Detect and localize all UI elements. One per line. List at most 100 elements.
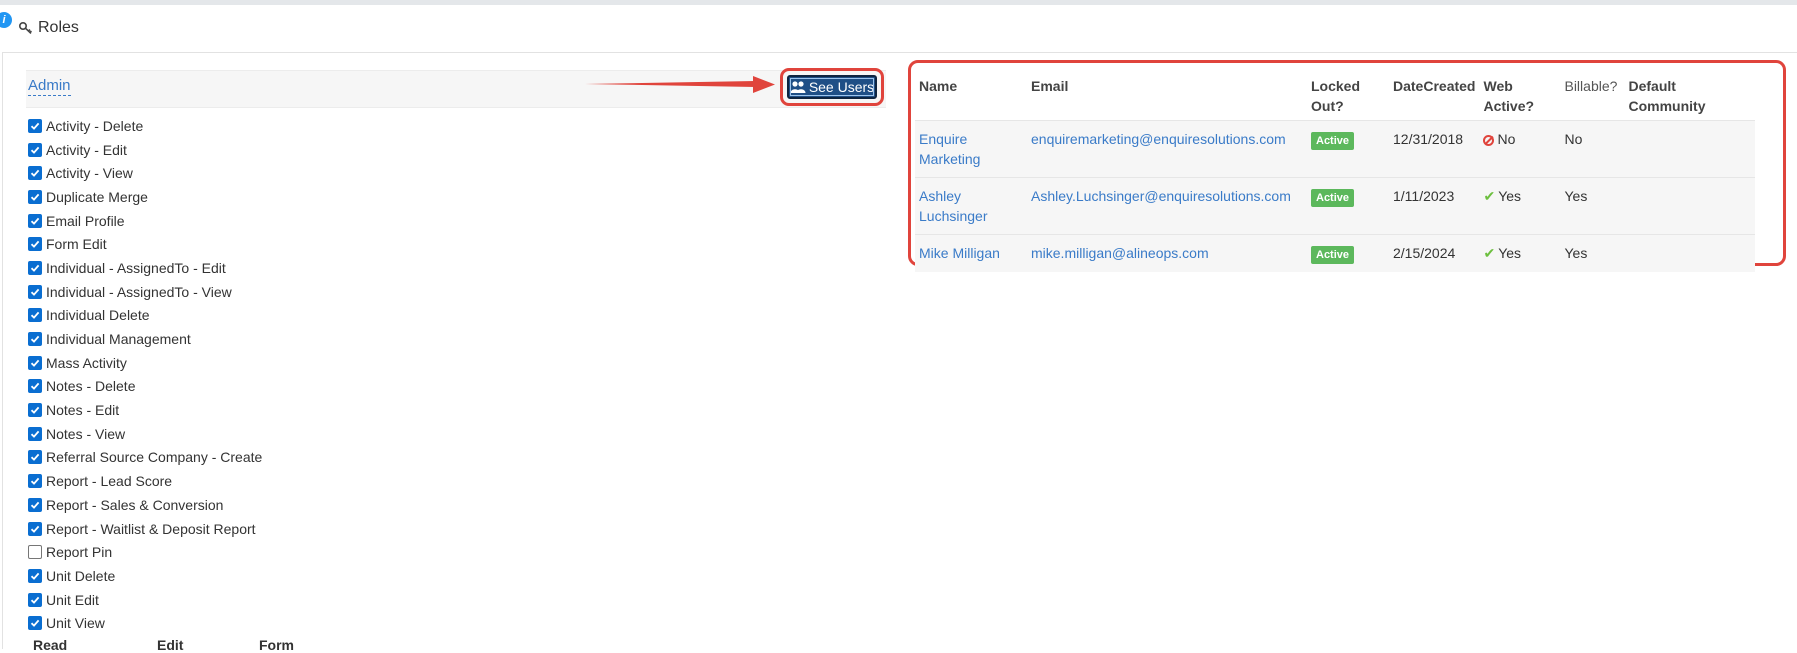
permission-checkbox[interactable] [28, 497, 42, 512]
permission-checkbox[interactable] [28, 260, 42, 275]
permission-checkbox[interactable] [28, 403, 42, 418]
permission-checkbox[interactable] [28, 284, 42, 299]
billable-cell: No [1560, 120, 1625, 178]
permission-label: Notes - Delete [46, 378, 136, 395]
permission-checkbox[interactable] [28, 237, 42, 252]
permission-label: Report - Lead Score [46, 473, 173, 490]
permission-checkbox[interactable] [28, 189, 42, 204]
permission-checkbox[interactable] [28, 142, 42, 157]
permission-checkbox[interactable] [28, 355, 42, 370]
checkmark-icon [30, 383, 40, 391]
permission-list: Activity - Delete Activity - Edit Activity… [28, 114, 262, 635]
table-row: Enquire Marketing enquiremarketing@enquire… [915, 120, 1756, 178]
permission-checkbox[interactable] [28, 426, 42, 441]
header-email[interactable]: Email [1027, 72, 1307, 121]
permission-label: Activity - View [46, 165, 133, 182]
permission-label: Mass Activity [46, 354, 127, 371]
date-created-cell: 2/15/2024 [1389, 234, 1480, 272]
permission-label: Unit Delete [46, 567, 116, 584]
checkmark-icon [30, 241, 40, 249]
user-name-link[interactable]: Mike Milligan [915, 234, 1027, 272]
date-created-cell: 1/11/2023 [1389, 177, 1480, 235]
checkmark-icon [30, 146, 40, 154]
permission-label: Unit View [46, 615, 105, 632]
user-email-link[interactable]: mike.milligan@alineops.com [1027, 234, 1307, 272]
permission-item: Activity - Delete [28, 114, 262, 138]
checkmark-icon [30, 525, 40, 533]
permission-checkbox[interactable] [28, 592, 42, 607]
user-email-link[interactable]: Ashley.Luchsinger@enquiresolutions.com [1027, 177, 1307, 235]
permission-checkbox[interactable] [28, 545, 42, 560]
checkmark-icon [30, 122, 40, 130]
check-icon: ✔ [1483, 245, 1496, 261]
header-web-active[interactable]: Web Active? [1479, 72, 1560, 121]
user-name-link[interactable]: Ashley Luchsinger [915, 177, 1027, 235]
checkmark-icon [30, 620, 40, 628]
web-active-cell: ✔ Yes [1479, 234, 1561, 272]
header-locked-out[interactable]: Locked Out? [1307, 72, 1389, 121]
status-badge: Active [1311, 246, 1355, 264]
checkmark-icon [30, 288, 40, 296]
permission-label: Email Profile [46, 212, 125, 229]
locked-out-cell: Active [1307, 120, 1389, 178]
see-users-button[interactable]: See Users [787, 75, 877, 99]
permission-checkbox[interactable] [28, 568, 42, 583]
header-date-created[interactable]: DateCreated [1389, 72, 1479, 121]
permission-item: Report Pin [28, 540, 262, 564]
locked-out-cell: Active [1307, 234, 1389, 272]
checkmark-icon [30, 170, 40, 178]
permission-checkbox[interactable] [28, 616, 42, 631]
permission-label: Report - Sales & Conversion [46, 496, 224, 513]
permission-label: Individual Management [46, 331, 191, 348]
default-community-cell [1624, 177, 1756, 235]
billable-cell: Yes [1560, 234, 1625, 272]
permission-label: Notes - Edit [46, 402, 120, 419]
date-created-cell: 12/31/2018 [1389, 120, 1480, 178]
column-read: Read [33, 637, 68, 653]
info-icon[interactable]: i [0, 12, 12, 28]
header-default-community[interactable]: Default Community [1624, 72, 1755, 121]
default-community-cell [1624, 120, 1756, 178]
permission-checkbox[interactable] [28, 332, 42, 347]
header-name[interactable]: Name [915, 72, 1027, 121]
permission-checkbox[interactable] [28, 308, 42, 323]
permission-item: Individual Delete [28, 304, 262, 328]
user-name-link[interactable]: Enquire Marketing [915, 120, 1027, 178]
users-icon [790, 81, 806, 93]
permission-checkbox[interactable] [28, 521, 42, 536]
permission-item: Email Profile [28, 209, 262, 233]
checkmark-icon [30, 312, 40, 320]
left-border [2, 52, 3, 649]
check-icon: ✔ [1483, 188, 1496, 204]
permission-label: Unit Edit [46, 591, 99, 608]
permission-checkbox[interactable] [28, 450, 42, 465]
permission-label: Report Pin [46, 544, 113, 561]
locked-out-cell: Active [1307, 177, 1389, 235]
permission-item: Unit View [28, 611, 262, 635]
permission-label: Report - Waitlist & Deposit Report [46, 520, 256, 537]
permission-item: Individual - AssignedTo - View [28, 280, 262, 304]
role-name-link[interactable]: Admin [28, 77, 71, 96]
user-email-link[interactable]: enquiremarketing@enquiresolutions.com [1027, 120, 1307, 178]
checkmark-icon [30, 430, 40, 438]
checkmark-icon [30, 335, 40, 343]
permission-item: Report - Sales & Conversion [28, 493, 262, 517]
page-header: Roles [18, 16, 79, 40]
permission-item: Form Edit [28, 232, 262, 256]
permission-label: Activity - Edit [46, 141, 127, 158]
permission-item: Notes - Edit [28, 398, 262, 422]
see-users-label: See Users [808, 79, 875, 95]
header-billable[interactable]: Billable? [1560, 72, 1624, 121]
checkmark-icon [30, 217, 40, 225]
permission-checkbox[interactable] [28, 166, 42, 181]
header-divider [2, 52, 1797, 53]
permission-checkbox[interactable] [28, 213, 42, 228]
checkmark-icon [30, 406, 40, 414]
checkmark-icon [30, 359, 40, 367]
permission-item: Unit Delete [28, 564, 262, 588]
checkmark-icon [30, 193, 40, 201]
permission-checkbox[interactable] [28, 118, 42, 133]
permission-label: Activity - Delete [46, 117, 144, 134]
permission-checkbox[interactable] [28, 379, 42, 394]
permission-checkbox[interactable] [28, 474, 42, 489]
